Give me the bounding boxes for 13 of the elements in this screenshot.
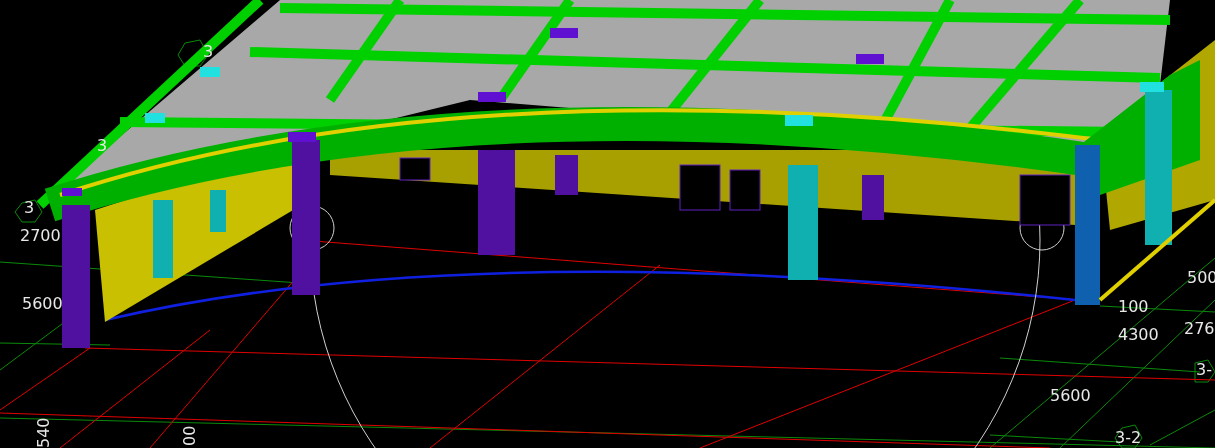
axis-label: 3 [24,200,35,216]
dimension-label: 276 [1184,321,1215,337]
axis-label: 3- [1196,362,1212,378]
axis-label: 3 [97,138,108,154]
dimension-label: 4300 [1118,327,1159,343]
dimension-label: 00 [182,425,198,446]
axis-label: 3-2 [1115,430,1142,446]
dimension-label: 5600 [1050,388,1091,404]
dimension-label: 100 [1118,299,1149,315]
dimension-label: 540 [36,417,52,448]
axis-label: 3 [203,44,214,60]
dimension-label: 2700 [20,228,61,244]
dimension-label: 5600 [22,296,63,312]
